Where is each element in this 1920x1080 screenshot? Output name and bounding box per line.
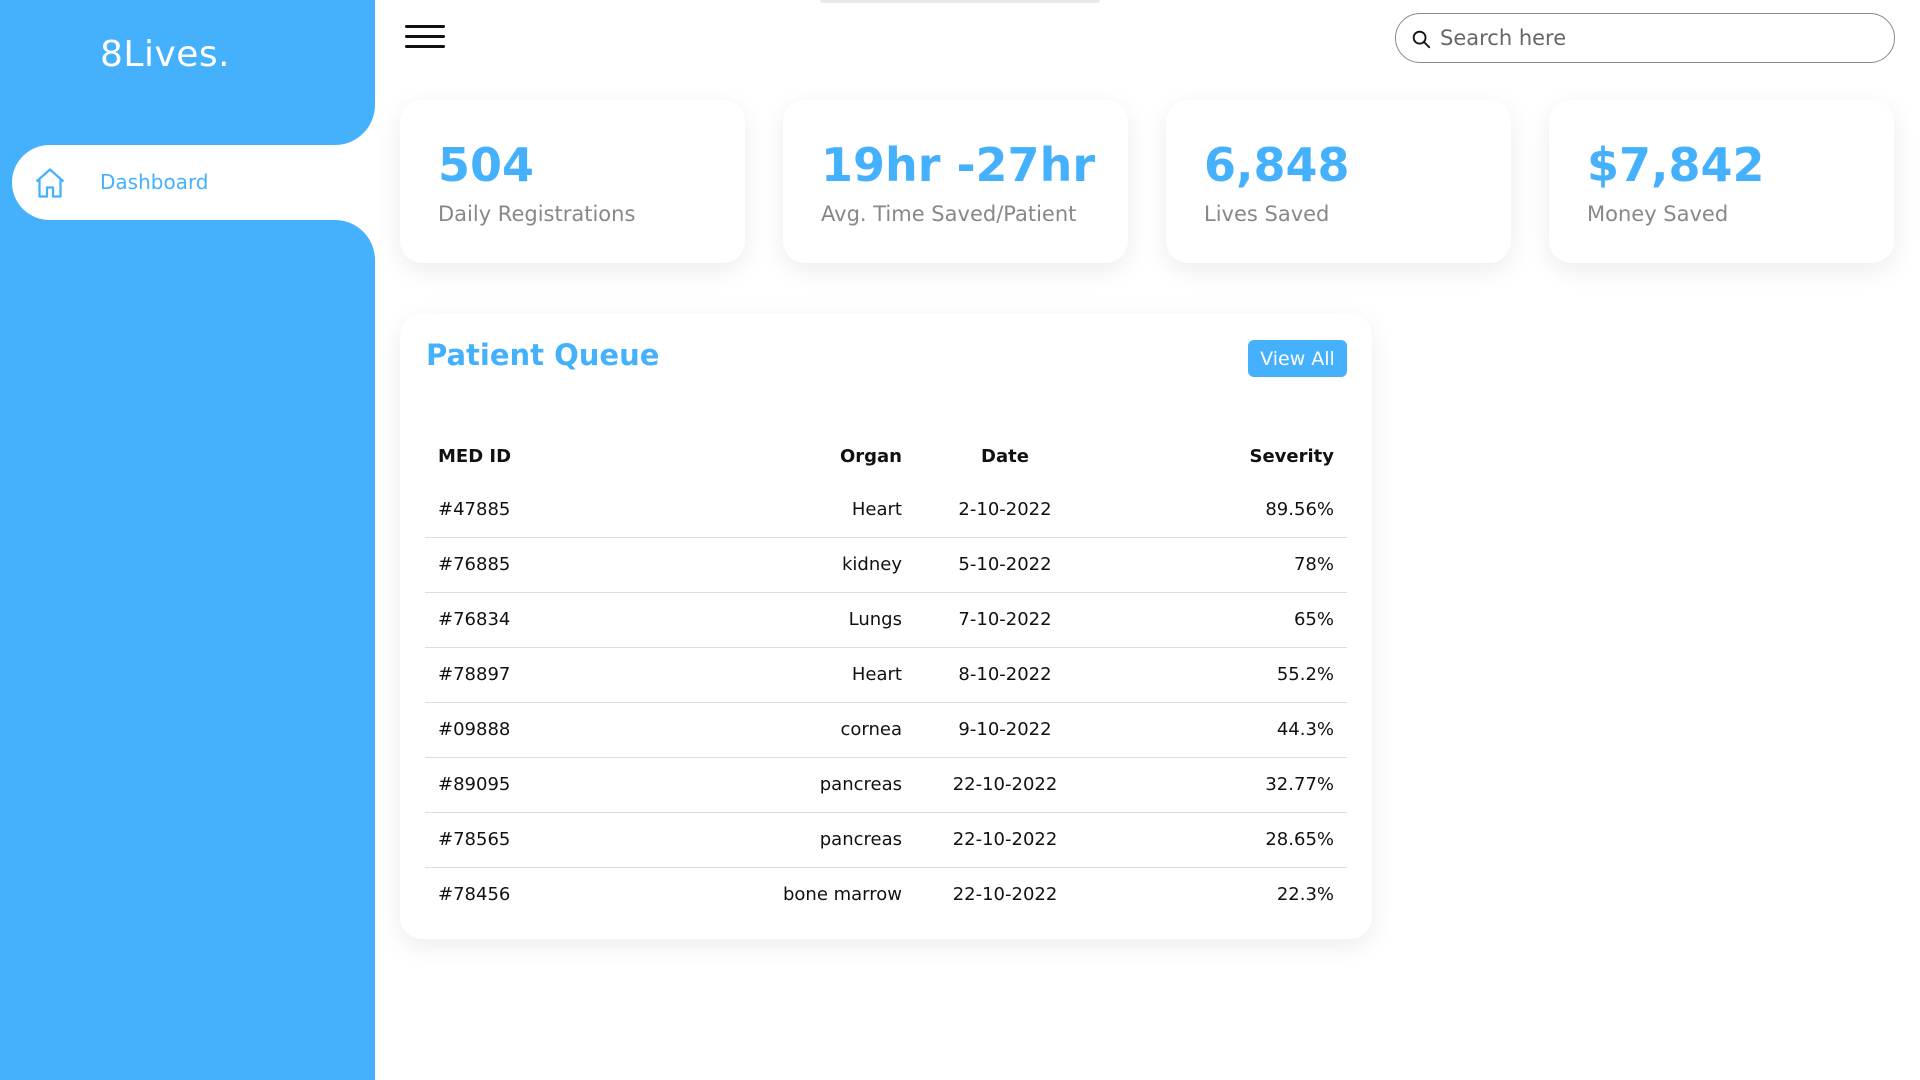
table-row[interactable]: #76834 Lungs 7-10-2022 65% (425, 592, 1347, 648)
table-row[interactable]: #78897 Heart 8-10-2022 55.2% (425, 647, 1347, 703)
column-header-date: Date (981, 445, 1029, 467)
cell-organ: Heart (715, 482, 915, 538)
cell-organ: kidney (715, 537, 915, 593)
cell-organ: pancreas (715, 757, 915, 813)
table-row[interactable]: #78456 bone marrow 22-10-2022 22.3% (425, 867, 1347, 922)
search-icon (1412, 30, 1431, 49)
stat-card-avg-time-saved: 19hr -27hr Avg. Time Saved/Patient (783, 100, 1128, 263)
stat-value: 19hr -27hr (821, 138, 1096, 192)
cell-date: 2-10-2022 (915, 482, 1095, 538)
cell-severity: 22.3% (1276, 884, 1334, 906)
cell-organ: cornea (715, 702, 915, 758)
cell-med-id: #89095 (425, 757, 715, 813)
cell-severity: 65% (1095, 592, 1347, 648)
cell-med-id: #09888 (425, 702, 715, 758)
search-input[interactable] (1440, 22, 1870, 54)
home-icon (35, 168, 65, 198)
table-row[interactable]: #76885 kidney 5-10-2022 78% (425, 537, 1347, 593)
table-row[interactable]: #47885 Heart 2-10-2022 89.56% (425, 482, 1347, 538)
cell-med-id: #76834 (425, 592, 715, 648)
patient-queue-table: MED ID Organ Date Severity #47885 Heart 2-… (425, 430, 1347, 922)
brand-logo: 8Lives. (100, 34, 231, 75)
cell-date: 9-10-2022 (915, 702, 1095, 758)
cell-severity: 44.3% (1095, 702, 1347, 758)
column-header-organ: Organ (839, 445, 902, 467)
cell-med-id: #78565 (425, 812, 715, 868)
hamburger-icon (405, 25, 445, 28)
view-all-button[interactable]: View All (1248, 340, 1347, 377)
column-header-severity: Severity (1249, 445, 1335, 467)
stat-value: 6,848 (1204, 138, 1350, 192)
cell-med-id: #78897 (425, 647, 715, 703)
stat-card-money-saved: $7,842 Money Saved (1549, 100, 1894, 263)
cell-date: 5-10-2022 (915, 537, 1095, 593)
sidebar: 8Lives. Dashboard (0, 0, 375, 1080)
cell-med-id: #47885 (425, 482, 715, 538)
patient-queue-panel: Patient Queue View All MED ID Organ Date… (400, 314, 1372, 939)
sidebar-item-dashboard[interactable]: Dashboard (12, 145, 375, 220)
cell-date: 22-10-2022 (915, 812, 1095, 868)
cell-date: 7-10-2022 (915, 592, 1095, 648)
stat-label: Avg. Time Saved/Patient (821, 202, 1077, 226)
table-header-row: MED ID Organ Date Severity (425, 430, 1347, 482)
table-row[interactable]: #09888 cornea 9-10-2022 44.3% (425, 702, 1347, 758)
cell-organ: Lungs (715, 592, 915, 648)
cell-severity: 55.2% (1095, 647, 1347, 703)
cell-severity: 32.77% (1095, 757, 1347, 813)
cell-date: 22-10-2022 (952, 884, 1058, 906)
cell-med-id: #76885 (425, 537, 715, 593)
cell-organ: Heart (715, 647, 915, 703)
table-row[interactable]: #78565 pancreas 22-10-2022 28.65% (425, 812, 1347, 868)
stat-card-daily-registrations: 504 Daily Registrations (400, 100, 745, 263)
cell-severity: 89.56% (1095, 482, 1347, 538)
cell-severity: 28.65% (1095, 812, 1347, 868)
table-row[interactable]: #89095 pancreas 22-10-2022 32.77% (425, 757, 1347, 813)
cell-organ: pancreas (715, 812, 915, 868)
cell-severity: 78% (1095, 537, 1347, 593)
stat-card-lives-saved: 6,848 Lives Saved (1166, 100, 1511, 263)
stat-label: Lives Saved (1204, 202, 1330, 226)
cell-date: 22-10-2022 (915, 757, 1095, 813)
stat-value: $7,842 (1587, 138, 1765, 192)
panel-title: Patient Queue (426, 338, 660, 372)
cell-date: 8-10-2022 (915, 647, 1095, 703)
cell-organ: bone marrow (782, 884, 902, 906)
top-tab-indicator (820, 0, 1100, 3)
menu-toggle-button[interactable] (405, 25, 445, 53)
stat-label: Money Saved (1587, 202, 1729, 226)
stat-label: Daily Registrations (438, 202, 636, 226)
cell-med-id: #78456 (438, 884, 511, 906)
column-header-med-id: MED ID (438, 445, 512, 467)
search-bar[interactable] (1395, 13, 1895, 63)
sidebar-item-label: Dashboard (100, 170, 209, 194)
stat-value: 504 (438, 138, 535, 192)
